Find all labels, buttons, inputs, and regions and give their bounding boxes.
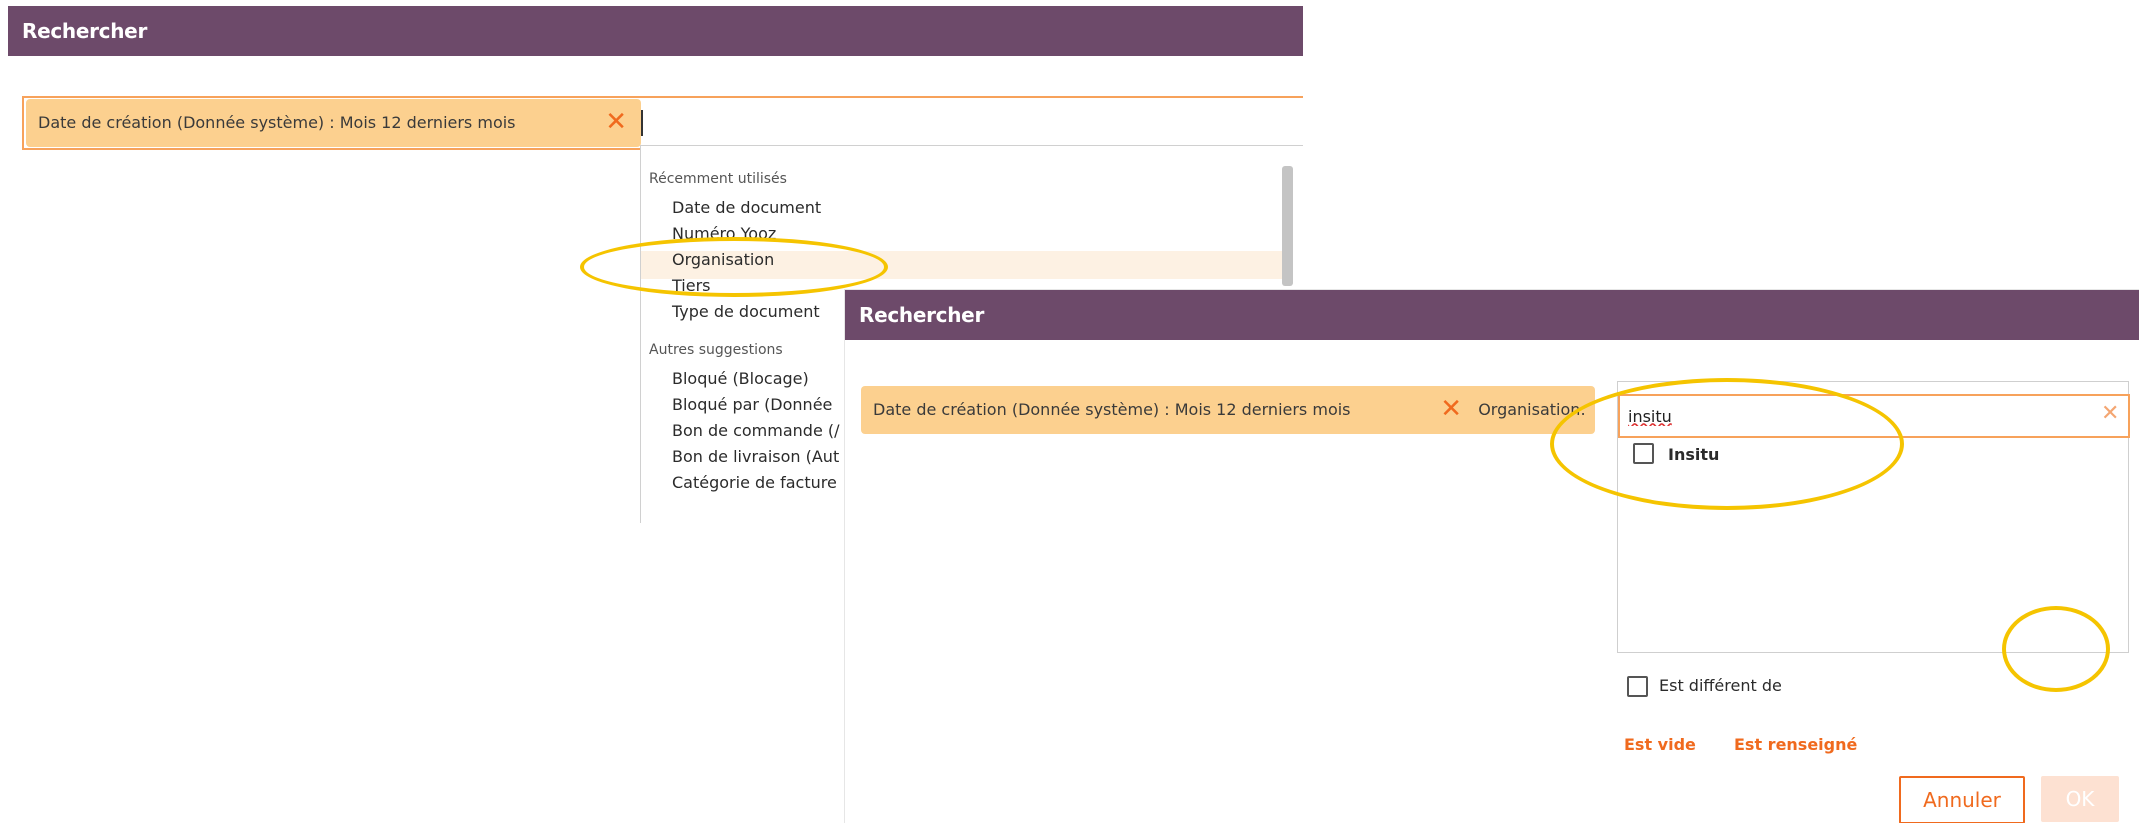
suggestion-item-delivery-note[interactable]: Bon de livraison (Aut	[672, 447, 839, 466]
suggestion-item-blocked-by[interactable]: Bloqué par (Donnée	[672, 395, 832, 414]
search-panel-organisation: Rechercher Date de création (Donnée syst…	[845, 290, 2139, 823]
panel-title: Rechercher	[845, 290, 2139, 340]
suggestion-item-document-date[interactable]: Date de document	[672, 198, 821, 217]
filter-chip-creation-date[interactable]: Date de création (Donnée système) : Mois…	[861, 386, 1476, 434]
ok-button[interactable]: OK	[2041, 776, 2119, 822]
text-cursor	[641, 110, 643, 136]
close-icon[interactable]: ✕	[1440, 386, 1462, 432]
is-empty-link[interactable]: Est vide	[1624, 735, 1696, 754]
dropdown-scrollbar[interactable]	[1282, 166, 1293, 286]
suggestion-item-blocked[interactable]: Bloqué (Blocage)	[672, 369, 809, 388]
annotation-circle-scroll-area	[2002, 606, 2110, 692]
filter-chip-creation-date[interactable]: Date de création (Donnée système) : Mois…	[26, 99, 641, 147]
cancel-button[interactable]: Annuler	[1899, 776, 2025, 823]
annotation-circle-search	[1550, 378, 1904, 510]
is-filled-link[interactable]: Est renseigné	[1734, 735, 1857, 754]
not-equal-label[interactable]: Est différent de	[1659, 676, 1782, 695]
close-icon[interactable]: ✕	[2101, 401, 2119, 426]
recent-section-title: Récemment utilisés	[649, 171, 787, 187]
annotation-circle-organisation	[580, 237, 888, 297]
suggestion-item-document-type[interactable]: Type de document	[672, 302, 820, 321]
other-section-title: Autres suggestions	[649, 342, 783, 358]
suggestion-item-invoice-category[interactable]: Catégorie de facture	[672, 473, 837, 492]
filter-chip-label: Date de création (Donnée système) : Mois…	[38, 113, 516, 132]
panel-title: Rechercher	[8, 6, 1303, 56]
suggestion-item-purchase-order[interactable]: Bon de commande (/	[672, 421, 840, 440]
filter-chip-label: Date de création (Donnée système) : Mois…	[873, 400, 1351, 419]
not-equal-checkbox[interactable]	[1627, 676, 1648, 697]
close-icon[interactable]: ✕	[605, 99, 627, 145]
